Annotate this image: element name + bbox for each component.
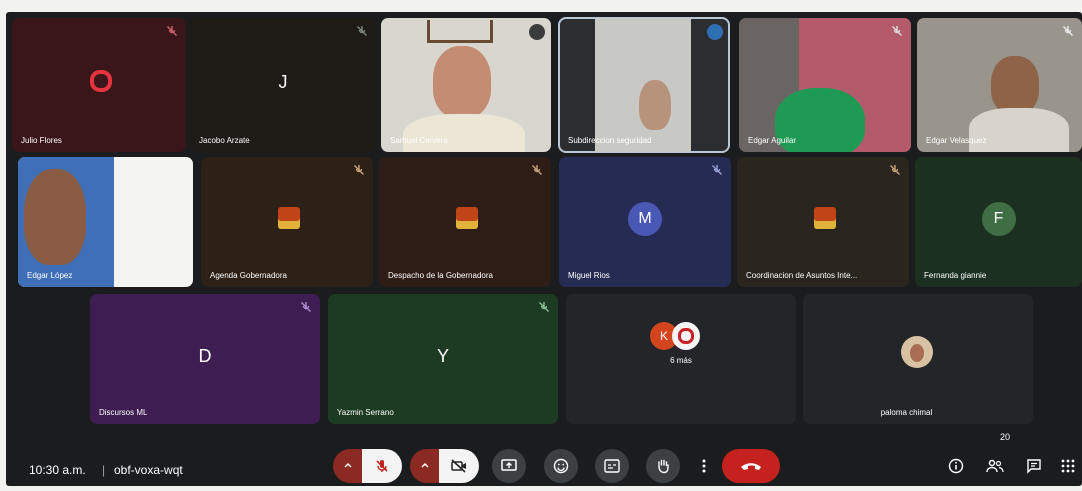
tile-agenda-gobernadora[interactable]: Agenda Gobernadora <box>201 157 373 287</box>
captions-icon <box>604 459 620 473</box>
paloma-avatar <box>901 336 933 368</box>
emoji-icon <box>553 458 569 474</box>
mic-off-icon <box>532 165 542 175</box>
participant-name: Samuel Cervera <box>390 136 448 145</box>
lopez-video-person <box>24 169 86 265</box>
participant-name: Jacobo Arzate <box>199 136 250 145</box>
activities-button[interactable] <box>1058 449 1078 483</box>
more-options-button[interactable] <box>694 449 714 483</box>
tile-coordinacion-asuntos[interactable]: Coordinacion de Asuntos Inte... <box>737 157 909 287</box>
mic-off-icon <box>354 165 364 175</box>
present-screen-button[interactable] <box>492 449 526 483</box>
participant-name: Miguel Rios <box>568 271 610 280</box>
tile-julio-flores[interactable]: Julio Flores <box>12 18 186 152</box>
speaking-indicator <box>529 24 545 40</box>
coord-logo <box>814 207 836 229</box>
camera-options-button[interactable] <box>410 449 440 483</box>
end-call-button[interactable] <box>722 449 780 483</box>
mic-options-button[interactable] <box>333 449 363 483</box>
velasquez-video-shirt <box>969 108 1069 152</box>
chevron-up-icon <box>344 462 352 468</box>
tile-samuel-cervera[interactable]: Samuel Cervera <box>381 18 551 152</box>
paloma-avatar-face <box>910 344 924 362</box>
tile-edgar-lopez[interactable]: Edgar López <box>18 157 193 287</box>
mic-off-icon <box>167 26 177 36</box>
more-avatar-logo <box>672 322 700 350</box>
participant-name: Edgar Velasquez <box>926 136 987 145</box>
tile-fernanda-giannie[interactable]: F Fernanda giannie <box>915 157 1082 287</box>
hand-icon <box>658 459 669 474</box>
people-count-badge: 20 <box>1000 432 1011 442</box>
camera-toggle-button[interactable] <box>439 449 479 483</box>
agenda-logo <box>278 207 300 229</box>
speaking-wave-icon <box>707 24 723 40</box>
mic-off-icon <box>712 165 722 175</box>
participant-name: Julio Flores <box>21 136 62 145</box>
mic-toggle-button[interactable] <box>362 449 402 483</box>
mic-off-icon <box>376 460 388 472</box>
meet-window: Julio Flores J Jacobo Arzate Samuel Cerv… <box>6 12 1082 486</box>
chat-icon <box>1027 459 1041 474</box>
tile-more-participants[interactable]: K 6 más <box>566 294 796 424</box>
participant-name: Coordinacion de Asuntos Inte... <box>746 271 858 280</box>
more-avatar-letter: K <box>659 329 668 343</box>
mic-off-icon <box>1063 26 1073 36</box>
tile-jacobo-arzate[interactable]: J Jacobo Arzate <box>190 18 376 152</box>
people-button[interactable] <box>982 449 1008 483</box>
participant-name: paloma chimal <box>880 408 933 417</box>
tile-subdireccion-seguridad[interactable]: Subdireccion seguridad <box>558 17 730 153</box>
apps-grid-icon <box>1061 459 1075 473</box>
participant-letter: M <box>628 202 662 236</box>
mic-off-icon <box>357 26 367 36</box>
samuel-video-person <box>433 46 491 118</box>
tile-miguel-rios[interactable]: M Miguel Rios <box>559 157 731 287</box>
velasquez-video-person <box>991 56 1039 114</box>
participant-name: Edgar Aguilar <box>748 136 797 145</box>
more-avatar-logo-mark <box>678 328 694 344</box>
participant-name: Yazmin Serrano <box>337 408 394 417</box>
meeting-info-button[interactable] <box>944 449 968 483</box>
mic-off-icon <box>890 165 900 175</box>
tile-discursos-ml[interactable]: D Discursos ML <box>90 294 320 424</box>
meeting-time: 10:30 a.m. <box>29 463 86 477</box>
tile-despacho-gobernadora[interactable]: Despacho de la Gobernadora <box>379 157 551 287</box>
raise-hand-button[interactable] <box>646 449 680 483</box>
despacho-logo <box>456 207 478 229</box>
more-count-label: 6 más <box>670 356 692 365</box>
samuel-video-shirt <box>403 114 525 152</box>
reactions-button[interactable] <box>544 449 578 483</box>
mic-off-icon <box>301 302 311 312</box>
phone-hangup-icon <box>741 463 761 470</box>
tile-edgar-aguilar[interactable]: Edgar Aguilar <box>739 18 911 152</box>
participant-letter: Y <box>436 345 449 366</box>
more-vert-icon <box>702 459 706 473</box>
mic-off-icon <box>892 26 902 36</box>
subdir-video-person <box>639 80 671 130</box>
participant-name: Fernanda giannie <box>924 271 987 280</box>
participant-letter: D <box>198 345 212 366</box>
meeting-code: obf-voxa-wqt <box>114 463 183 477</box>
people-icon <box>986 459 1004 473</box>
captions-button[interactable] <box>595 449 629 483</box>
participant-name: Discursos ML <box>99 408 148 417</box>
tile-yazmin-serrano[interactable]: Y Yazmin Serrano <box>328 294 558 424</box>
participant-name: Despacho de la Gobernadora <box>388 271 493 280</box>
mic-off-icon <box>539 302 549 312</box>
time-separator: | <box>102 463 106 477</box>
participant-name: Edgar López <box>27 271 73 280</box>
participant-letter: F <box>981 202 1016 236</box>
tile-edgar-velasquez[interactable]: Edgar Velasquez <box>917 18 1082 152</box>
present-icon <box>501 459 517 471</box>
participant-name: Agenda Gobernadora <box>210 271 287 280</box>
tile-paloma-chimal[interactable]: paloma chimal <box>803 294 1033 424</box>
chat-button[interactable] <box>1022 449 1046 483</box>
chevron-up-icon <box>421 462 429 468</box>
samuel-background-frame <box>427 20 493 43</box>
participant-name: Subdireccion seguridad <box>568 136 652 145</box>
info-icon <box>948 458 964 474</box>
participant-letter: J <box>278 71 288 92</box>
julio-avatar-logo <box>90 70 112 92</box>
camera-off-icon <box>451 459 466 473</box>
